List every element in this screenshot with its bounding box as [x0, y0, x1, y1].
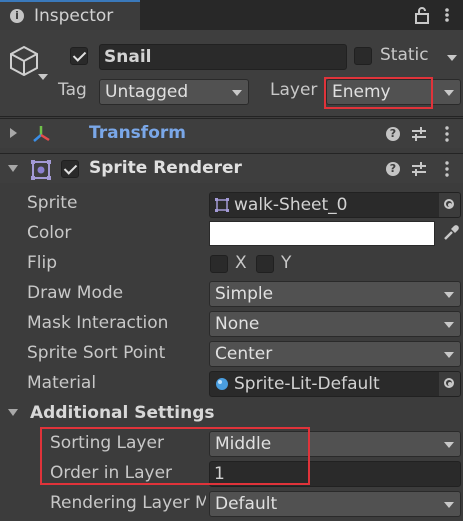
material-field[interactable]: Sprite-Lit-Default [209, 371, 461, 397]
component-menu-icon[interactable] [445, 161, 449, 177]
material-value: Sprite-Lit-Default [234, 374, 380, 394]
static-dropdown-caret[interactable] [447, 55, 457, 61]
rendering-layer-mask-value: Default [215, 494, 278, 514]
color-label: Color [27, 223, 72, 243]
flip-y-checkbox[interactable] [256, 255, 274, 273]
sprite-asset-icon [215, 198, 229, 212]
fold-down-icon[interactable] [8, 165, 18, 172]
more-menu-icon[interactable] [444, 7, 450, 23]
mask-interaction-value: None [215, 314, 260, 334]
sprite-renderer-icon [31, 160, 51, 180]
additional-settings-fold-icon[interactable] [8, 409, 18, 416]
chevron-down-icon [444, 352, 454, 358]
lock-icon[interactable] [412, 5, 432, 25]
tag-value: Untagged [105, 82, 189, 102]
gameobject-cube-icon[interactable] [8, 44, 40, 76]
material-label: Material [27, 373, 97, 393]
sprite-sort-point-dropdown[interactable]: Center [209, 341, 461, 367]
static-label: Static [380, 45, 429, 65]
tag-label: Tag [58, 80, 87, 100]
flip-x-label: X [235, 253, 247, 273]
chevron-down-icon [444, 292, 454, 298]
presets-sliders-icon[interactable] [411, 161, 427, 177]
tab-title: Inspector [34, 6, 114, 26]
tag-dropdown[interactable]: Untagged [99, 79, 249, 105]
component-menu-icon[interactable] [445, 126, 449, 142]
fold-right-icon[interactable] [10, 128, 17, 138]
sprite-renderer-title: Sprite Renderer [89, 158, 242, 178]
rendering-layer-mask-dropdown[interactable]: Default [209, 491, 461, 517]
sprite-sort-point-value: Center [215, 344, 273, 364]
color-swatch[interactable] [209, 221, 435, 246]
draw-mode-label: Draw Mode [27, 283, 124, 303]
chevron-down-icon [232, 90, 242, 96]
sprite-sort-point-label: Sprite Sort Point [27, 343, 166, 363]
name-field[interactable]: Snail [99, 44, 347, 70]
flip-y-label: Y [281, 253, 292, 273]
sprite-label: Sprite [27, 193, 78, 213]
sorting-highlight-box [40, 427, 310, 485]
rendering-layer-mask-label: Rendering Layer M [50, 493, 206, 513]
draw-mode-dropdown[interactable]: Simple [209, 281, 461, 307]
material-sphere-icon [216, 378, 228, 390]
help-icon[interactable]: ? [386, 127, 400, 141]
sprite-renderer-header[interactable]: Sprite Renderer ? [0, 153, 463, 183]
active-checkbox[interactable] [70, 47, 88, 65]
draw-mode-value: Simple [215, 284, 274, 304]
chevron-down-icon [444, 90, 454, 96]
transform-header[interactable]: Transform ? [0, 118, 463, 148]
object-picker-icon[interactable] [438, 372, 460, 396]
layer-highlight-box [324, 77, 433, 109]
additional-settings-title[interactable]: Additional Settings [30, 403, 215, 423]
info-icon: i [10, 9, 24, 23]
sprite-renderer-enabled-checkbox[interactable] [61, 160, 79, 178]
flip-label: Flip [27, 253, 58, 273]
static-checkbox[interactable] [354, 47, 372, 65]
chevron-down-icon [444, 442, 454, 448]
chevron-down-icon [444, 322, 454, 328]
mask-interaction-label: Mask Interaction [27, 313, 169, 333]
tab-inspector[interactable]: i Inspector [0, 0, 140, 30]
presets-sliders-icon[interactable] [411, 126, 427, 142]
icon-dropdown-caret[interactable] [38, 74, 48, 80]
sprite-value: walk-Sheet_0 [234, 195, 348, 215]
mask-interaction-dropdown[interactable]: None [209, 311, 461, 337]
transform-title: Transform [89, 123, 186, 143]
sprite-field[interactable]: walk-Sheet_0 [209, 192, 461, 218]
eyedropper-icon[interactable] [442, 224, 460, 242]
layer-label: Layer [270, 80, 318, 100]
flip-x-checkbox[interactable] [210, 255, 228, 273]
chevron-down-icon [444, 502, 454, 508]
transform-axes-icon [33, 126, 50, 142]
object-picker-icon[interactable] [438, 193, 460, 217]
help-icon[interactable]: ? [386, 162, 400, 176]
